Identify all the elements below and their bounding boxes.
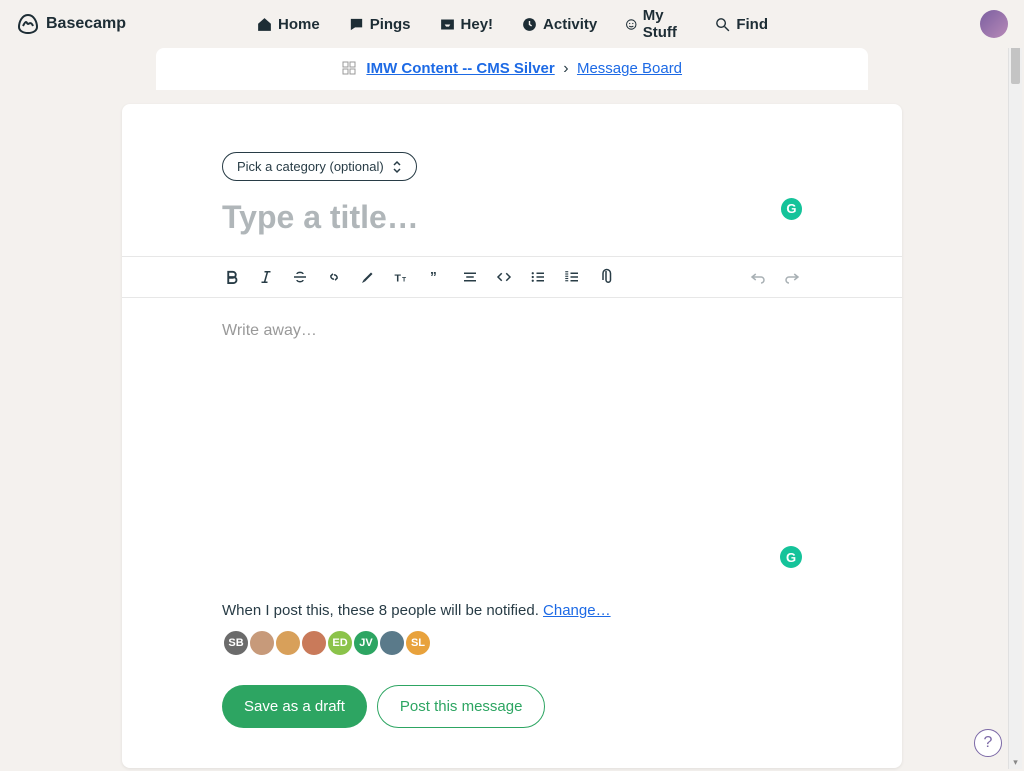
quote-button[interactable]: ” bbox=[426, 267, 446, 287]
nav-find-label: Find bbox=[736, 16, 768, 33]
redo-button[interactable] bbox=[782, 267, 802, 287]
save-draft-button[interactable]: Save as a draft bbox=[222, 685, 367, 728]
number-list-button[interactable] bbox=[562, 267, 582, 287]
link-button[interactable] bbox=[324, 267, 344, 287]
grammarly-badge[interactable]: G bbox=[780, 546, 802, 568]
inbox-icon bbox=[439, 16, 456, 33]
notify-avatars: SB EDJV SL bbox=[222, 629, 802, 657]
notify-text: When I post this, these 8 people will be… bbox=[222, 602, 802, 619]
svg-text:T: T bbox=[402, 277, 407, 284]
smile-icon bbox=[625, 16, 638, 33]
align-button[interactable] bbox=[460, 267, 480, 287]
notify-avatar bbox=[378, 629, 406, 657]
bullet-list-button[interactable] bbox=[528, 267, 548, 287]
search-icon bbox=[714, 16, 731, 33]
message-editor-card: Pick a category (optional) G TT ” bbox=[122, 104, 902, 768]
breadcrumb-section[interactable]: Message Board bbox=[577, 60, 682, 77]
top-nav: Basecamp Home Pings Hey! Activity My Stu… bbox=[0, 0, 1024, 48]
title-input[interactable] bbox=[222, 199, 781, 236]
category-picker-label: Pick a category (optional) bbox=[237, 159, 384, 174]
nav-links: Home Pings Hey! Activity My Stuff Find bbox=[256, 7, 768, 41]
nav-home-label: Home bbox=[278, 16, 320, 33]
body-placeholder: Write away… bbox=[222, 322, 802, 340]
nav-activity-label: Activity bbox=[543, 16, 597, 33]
grid-icon bbox=[342, 61, 356, 75]
nav-activity[interactable]: Activity bbox=[521, 16, 597, 33]
notify-avatar bbox=[248, 629, 276, 657]
notify-avatar: SL bbox=[404, 629, 432, 657]
bold-button[interactable] bbox=[222, 267, 242, 287]
formatting-toolbar: TT ” bbox=[122, 256, 902, 298]
nav-home[interactable]: Home bbox=[256, 16, 320, 33]
notify-avatar: JV bbox=[352, 629, 380, 657]
code-button[interactable] bbox=[494, 267, 514, 287]
breadcrumb: IMW Content -- CMS Silver › Message Boar… bbox=[156, 48, 868, 90]
nav-pings[interactable]: Pings bbox=[348, 16, 411, 33]
undo-button[interactable] bbox=[748, 267, 768, 287]
grammarly-badge[interactable]: G bbox=[781, 198, 802, 220]
profile-avatar[interactable] bbox=[980, 10, 1008, 38]
svg-text:T: T bbox=[395, 273, 402, 285]
attachment-button[interactable] bbox=[596, 267, 616, 287]
help-button[interactable]: ? bbox=[974, 729, 1002, 757]
home-icon bbox=[256, 16, 273, 33]
breadcrumb-separator: › bbox=[563, 60, 568, 77]
brand-name: Basecamp bbox=[46, 15, 126, 33]
nav-mystuff[interactable]: My Stuff bbox=[625, 7, 686, 41]
heading-button[interactable]: TT bbox=[392, 267, 412, 287]
basecamp-logo-icon bbox=[16, 12, 40, 36]
nav-find[interactable]: Find bbox=[714, 16, 768, 33]
chevron-updown-icon bbox=[392, 160, 402, 174]
notify-avatar bbox=[274, 629, 302, 657]
notify-avatar bbox=[300, 629, 328, 657]
notify-section: When I post this, these 8 people will be… bbox=[122, 602, 902, 657]
italic-button[interactable] bbox=[256, 267, 276, 287]
action-buttons: Save as a draft Post this message bbox=[122, 685, 902, 728]
clock-icon bbox=[521, 16, 538, 33]
color-button[interactable] bbox=[358, 267, 378, 287]
message-body-editor[interactable]: Write away… G bbox=[122, 298, 902, 578]
notify-avatar: SB bbox=[222, 629, 250, 657]
chat-icon bbox=[348, 16, 365, 33]
scrollbar[interactable]: ▴ ▾ bbox=[1008, 2, 1022, 769]
strikethrough-button[interactable] bbox=[290, 267, 310, 287]
nav-mystuff-label: My Stuff bbox=[643, 7, 687, 41]
scroll-down-arrow[interactable]: ▾ bbox=[1009, 755, 1022, 769]
nav-hey[interactable]: Hey! bbox=[439, 16, 494, 33]
nav-pings-label: Pings bbox=[370, 16, 411, 33]
nav-hey-label: Hey! bbox=[461, 16, 494, 33]
notify-avatar: ED bbox=[326, 629, 354, 657]
post-message-button[interactable]: Post this message bbox=[377, 685, 546, 728]
breadcrumb-project[interactable]: IMW Content -- CMS Silver bbox=[366, 60, 554, 77]
logo[interactable]: Basecamp bbox=[16, 12, 126, 36]
svg-text:”: ” bbox=[430, 270, 437, 285]
change-notify-link[interactable]: Change… bbox=[543, 602, 611, 619]
category-picker[interactable]: Pick a category (optional) bbox=[222, 152, 417, 181]
